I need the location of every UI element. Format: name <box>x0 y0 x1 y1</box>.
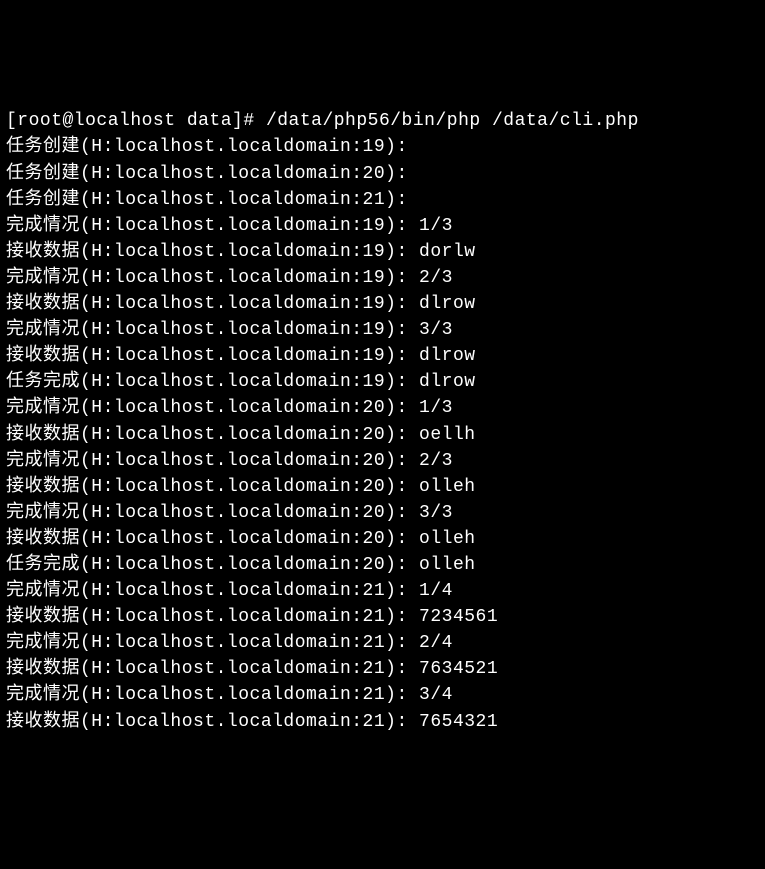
output-line: 完成情况(H:localhost.localdomain:19): 1/3 <box>6 213 759 239</box>
output-line: 接收数据(H:localhost.localdomain:20): oellh <box>6 422 759 448</box>
output-line: 完成情况(H:localhost.localdomain:19): 3/3 <box>6 317 759 343</box>
output-line: 接收数据(H:localhost.localdomain:19): dorlw <box>6 239 759 265</box>
shell-prompt-line: [root@localhost data]# /data/php56/bin/p… <box>6 108 759 134</box>
output-line: 接收数据(H:localhost.localdomain:21): 723456… <box>6 604 759 630</box>
output-line: 接收数据(H:localhost.localdomain:21): 765432… <box>6 709 759 735</box>
output-line: 接收数据(H:localhost.localdomain:19): dlrow <box>6 343 759 369</box>
output-line: 完成情况(H:localhost.localdomain:20): 3/3 <box>6 500 759 526</box>
output-line: 接收数据(H:localhost.localdomain:19): dlrow <box>6 291 759 317</box>
output-line: 任务创建(H:localhost.localdomain:21): <box>6 187 759 213</box>
output-line: 完成情况(H:localhost.localdomain:21): 2/4 <box>6 630 759 656</box>
output-line: 完成情况(H:localhost.localdomain:21): 3/4 <box>6 682 759 708</box>
terminal-output[interactable]: [root@localhost data]# /data/php56/bin/p… <box>6 108 759 734</box>
output-line: 接收数据(H:localhost.localdomain:21): 763452… <box>6 656 759 682</box>
output-line: 完成情况(H:localhost.localdomain:19): 2/3 <box>6 265 759 291</box>
output-line: 完成情况(H:localhost.localdomain:20): 1/3 <box>6 395 759 421</box>
output-line: 任务完成(H:localhost.localdomain:19): dlrow <box>6 369 759 395</box>
output-line: 任务创建(H:localhost.localdomain:19): <box>6 134 759 160</box>
output-line: 接收数据(H:localhost.localdomain:20): olleh <box>6 474 759 500</box>
output-line: 任务创建(H:localhost.localdomain:20): <box>6 161 759 187</box>
output-line: 完成情况(H:localhost.localdomain:21): 1/4 <box>6 578 759 604</box>
output-line: 完成情况(H:localhost.localdomain:20): 2/3 <box>6 448 759 474</box>
output-line: 接收数据(H:localhost.localdomain:20): olleh <box>6 526 759 552</box>
output-line: 任务完成(H:localhost.localdomain:20): olleh <box>6 552 759 578</box>
